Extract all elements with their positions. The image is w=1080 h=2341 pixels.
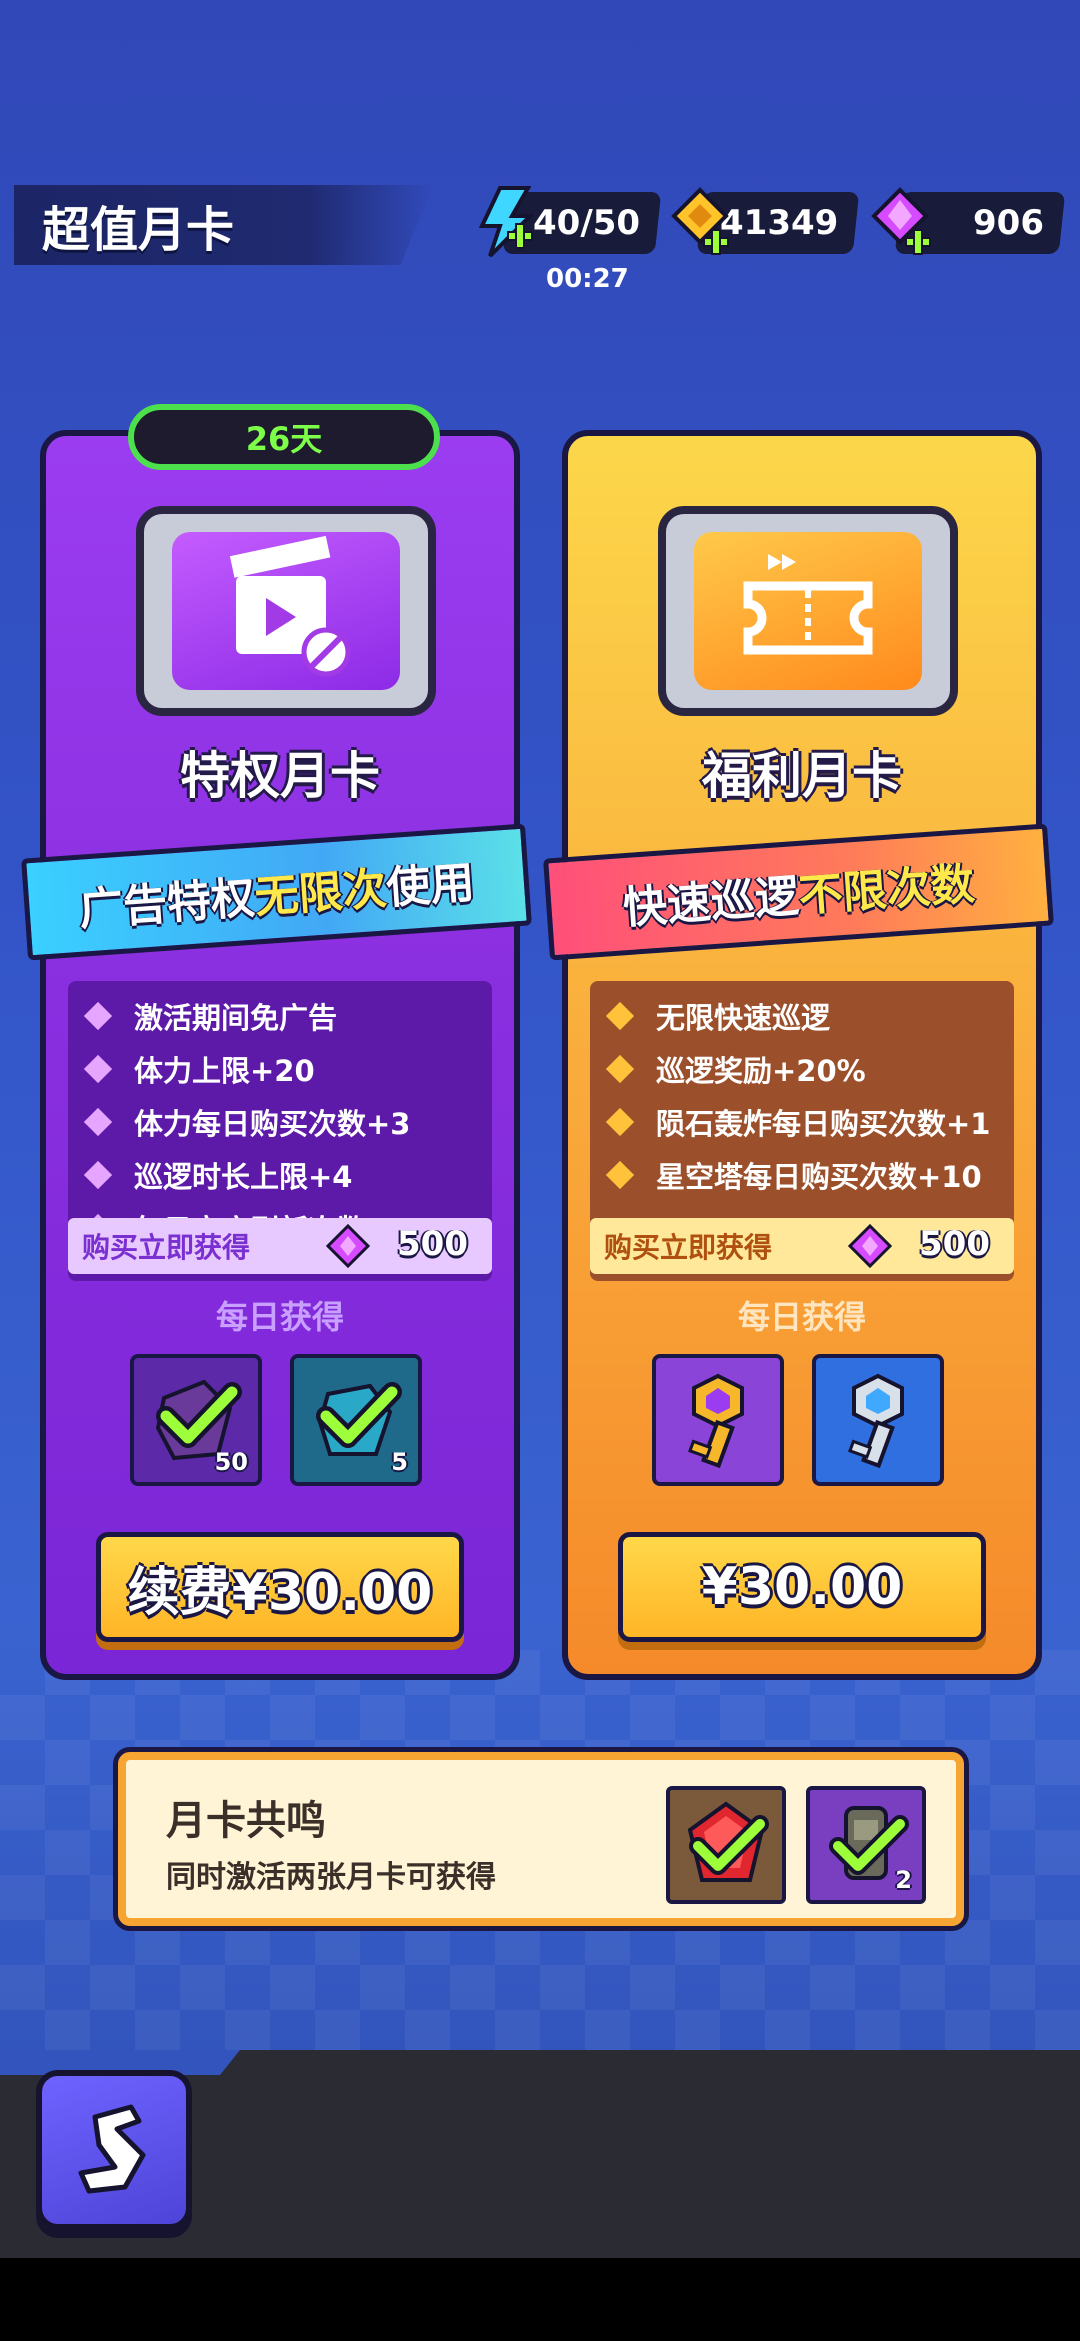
diamond-bullet-icon bbox=[83, 1054, 113, 1083]
instant-reward-bar: 购买立即获得 500 bbox=[68, 1218, 492, 1274]
instant-reward-label: 购买立即获得 bbox=[82, 1231, 251, 1264]
perk-text: 陨石轰炸每日购买次数+1 bbox=[656, 1106, 991, 1141]
instant-reward-amount: 500 bbox=[397, 1224, 468, 1264]
diamond-bullet-icon bbox=[83, 1160, 113, 1189]
perk-item: 体力每日购买次数+3 bbox=[68, 1095, 492, 1148]
welfare-card-art bbox=[658, 506, 958, 716]
daily-reward-slot[interactable] bbox=[812, 1354, 944, 1486]
perk-item: 体力上限+20 bbox=[68, 1042, 492, 1095]
ribbon-highlight: 不限次数 bbox=[797, 858, 977, 922]
gold-key-icon bbox=[688, 1373, 744, 1469]
days-remaining-badge: 26天 bbox=[128, 404, 440, 470]
ribbon-text: 快速巡逻 bbox=[621, 871, 801, 935]
energy-bolt-icon bbox=[478, 186, 535, 258]
reward-count: 5 bbox=[391, 1448, 408, 1476]
back-button[interactable] bbox=[36, 2070, 192, 2230]
resonance-subtitle: 同时激活两张月卡可获得 bbox=[166, 1860, 496, 1895]
welfare-card: 福利月卡 快速巡逻 不限次数 无限快速巡逻 巡逻奖励+20% 陨石轰炸每日购买次数… bbox=[543, 430, 1054, 1680]
card-title: 福利月卡 bbox=[702, 747, 902, 805]
privilege-card-art bbox=[136, 506, 436, 716]
purchase-button[interactable]: ¥30.00 bbox=[618, 1532, 986, 1642]
diamond-bullet-icon bbox=[605, 1054, 635, 1083]
page-title: 超值月卡 bbox=[42, 202, 235, 258]
gold-value: 41349 bbox=[719, 203, 838, 243]
perk-text: 星空塔每日购买次数+10 bbox=[656, 1159, 982, 1194]
back-arrow-icon bbox=[78, 2104, 146, 2194]
diamond-bullet-icon bbox=[83, 1107, 113, 1136]
daily-reward-slot[interactable]: 5 bbox=[290, 1354, 422, 1486]
perk-text: 巡逻奖励+20% bbox=[656, 1053, 866, 1088]
ribbon-highlight: 无限次 bbox=[253, 863, 389, 924]
purple-gem-icon bbox=[848, 1224, 892, 1268]
card-ribbon: 广告特权 无限次 使用 bbox=[21, 823, 532, 961]
instant-reward-amount: 500 bbox=[919, 1224, 990, 1264]
reward-count: 50 bbox=[214, 1448, 248, 1476]
gold-coin-icon bbox=[671, 187, 729, 255]
card-title: 特权月卡 bbox=[180, 747, 380, 805]
clapperboard-no-ads-icon bbox=[229, 535, 351, 677]
perk-item: 激活期间免广告 bbox=[68, 989, 492, 1042]
diamond-bullet-icon bbox=[605, 1107, 635, 1136]
ribbon-text-suffix: 使用 bbox=[384, 857, 477, 915]
ribbon-text: 广告特权 bbox=[77, 872, 257, 936]
daily-rewards-label: 每日获得 bbox=[737, 1298, 866, 1336]
instant-reward-label: 购买立即获得 bbox=[604, 1231, 773, 1264]
perk-text: 激活期间免广告 bbox=[134, 1000, 338, 1035]
renew-button[interactable]: 续费¥30.00 bbox=[96, 1532, 464, 1642]
perk-item: 巡逻时长上限+4 bbox=[68, 1148, 492, 1201]
card-ribbon: 快速巡逻 不限次数 bbox=[543, 823, 1054, 961]
instant-reward-bar: 购买立即获得 500 bbox=[590, 1218, 1014, 1274]
red-gem-icon bbox=[687, 1801, 769, 1882]
perk-item: 星空塔每日购买次数+10 bbox=[590, 1148, 1014, 1201]
perk-text: 体力每日购买次数+3 bbox=[134, 1106, 411, 1141]
system-nav-area bbox=[0, 2258, 1080, 2341]
silver-key-icon bbox=[848, 1373, 904, 1469]
diamond-bullet-icon bbox=[605, 1001, 635, 1030]
energy-timer: 00:27 bbox=[546, 264, 629, 294]
perk-text: 体力上限+20 bbox=[134, 1053, 315, 1088]
energy-value: 40/50 bbox=[532, 203, 640, 243]
daily-rewards-label: 每日获得 bbox=[215, 1298, 344, 1336]
perk-text: 无限快速巡逻 bbox=[656, 1000, 831, 1035]
resonance-reward-slot[interactable] bbox=[666, 1786, 786, 1904]
privilege-card: 26天 特权月卡 广告特权 无限次 使用 激活期间免广告 体力上限+20 体力每日购… bbox=[21, 404, 532, 1680]
daily-reward-slot[interactable]: 50 bbox=[130, 1354, 262, 1486]
diamond-bullet-icon bbox=[605, 1160, 635, 1189]
ticket-icon bbox=[743, 554, 873, 655]
daily-reward-slot[interactable] bbox=[652, 1354, 784, 1486]
reward-count: 2 bbox=[895, 1866, 912, 1894]
purple-gem-icon bbox=[871, 187, 931, 255]
perk-text: 巡逻时长上限+4 bbox=[134, 1159, 353, 1194]
resonance-reward-slot[interactable]: 2 bbox=[806, 1786, 926, 1904]
resonance-panel: 月卡共鸣 同时激活两张月卡可获得 2 bbox=[118, 1752, 964, 1926]
purple-gem-icon bbox=[326, 1224, 370, 1268]
gem-value: 906 bbox=[973, 203, 1044, 243]
perk-item: 陨石轰炸每日购买次数+1 bbox=[590, 1095, 1014, 1148]
perk-item: 无限快速巡逻 bbox=[590, 989, 1014, 1042]
perk-item: 巡逻奖励+20% bbox=[590, 1042, 1014, 1095]
resonance-title: 月卡共鸣 bbox=[166, 1798, 326, 1844]
diamond-bullet-icon bbox=[83, 1001, 113, 1030]
